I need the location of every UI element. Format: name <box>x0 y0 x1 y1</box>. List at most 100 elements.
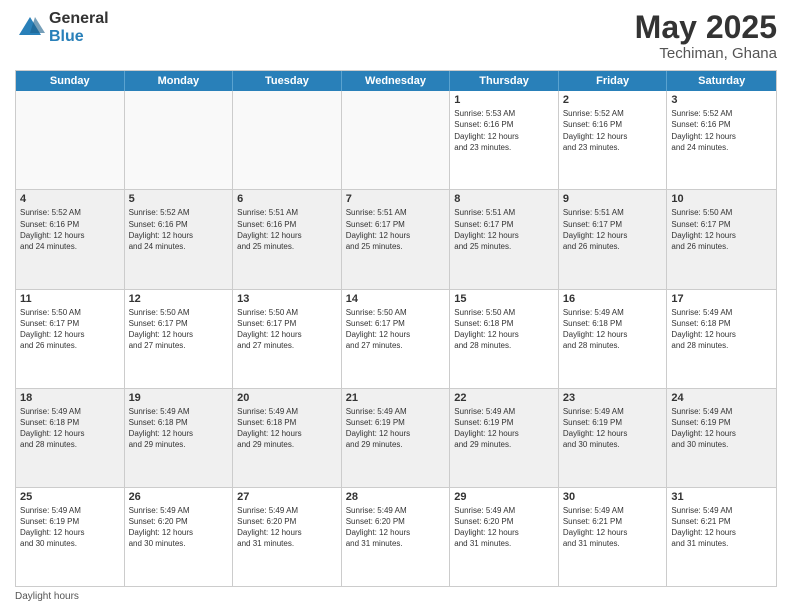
day-number: 26 <box>129 491 229 503</box>
day-info: Sunrise: 5:49 AM Sunset: 6:19 PM Dayligh… <box>346 406 446 451</box>
calendar-cell: 31 Sunrise: 5:49 AM Sunset: 6:21 PM Dayli… <box>667 488 776 586</box>
calendar-row: 18 Sunrise: 5:49 AM Sunset: 6:18 PM Dayli… <box>16 389 776 488</box>
calendar-body: 1 Sunrise: 5:53 AM Sunset: 6:16 PM Daylig… <box>16 91 776 586</box>
day-info: Sunrise: 5:50 AM Sunset: 6:17 PM Dayligh… <box>346 307 446 352</box>
day-number: 21 <box>346 392 446 404</box>
day-number: 3 <box>671 94 772 106</box>
calendar-cell: 8Sunrise: 5:51 AM Sunset: 6:17 PM Daylig… <box>450 190 559 288</box>
day-info: Sunrise: 5:51 AM Sunset: 6:16 PM Dayligh… <box>237 207 337 252</box>
day-info: Sunrise: 5:51 AM Sunset: 6:17 PM Dayligh… <box>563 207 663 252</box>
day-info: Sunrise: 5:49 AM Sunset: 6:18 PM Dayligh… <box>671 307 772 352</box>
day-number: 18 <box>20 392 120 404</box>
calendar-cell: 15 Sunrise: 5:50 AM Sunset: 6:18 PM Dayli… <box>450 290 559 388</box>
day-number: 23 <box>563 392 663 404</box>
main-title: May 2025 <box>635 10 777 45</box>
day-number: 4 <box>20 193 120 205</box>
calendar-cell: 28Sunrise: 5:49 AM Sunset: 6:20 PM Dayli… <box>342 488 451 586</box>
logo-icon <box>15 13 45 43</box>
footer-note: Daylight hours <box>15 587 777 602</box>
day-number: 14 <box>346 293 446 305</box>
day-info: Sunrise: 5:50 AM Sunset: 6:18 PM Dayligh… <box>454 307 554 352</box>
calendar-cell: 2Sunrise: 5:52 AM Sunset: 6:16 PM Daylig… <box>559 91 668 189</box>
calendar-cell: 17Sunrise: 5:49 AM Sunset: 6:18 PM Dayli… <box>667 290 776 388</box>
day-number: 11 <box>20 293 120 305</box>
subtitle: Techiman, Ghana <box>635 45 777 62</box>
calendar-cell: 9 Sunrise: 5:51 AM Sunset: 6:17 PM Daylig… <box>559 190 668 288</box>
calendar-cell: 29 Sunrise: 5:49 AM Sunset: 6:20 PM Dayli… <box>450 488 559 586</box>
title-block: May 2025 Techiman, Ghana <box>635 10 777 62</box>
day-info: Sunrise: 5:52 AM Sunset: 6:16 PM Dayligh… <box>129 207 229 252</box>
calendar-cell: 12 Sunrise: 5:50 AM Sunset: 6:17 PM Dayli… <box>125 290 234 388</box>
day-info: Sunrise: 5:49 AM Sunset: 6:20 PM Dayligh… <box>129 505 229 550</box>
calendar-cell: 27Sunrise: 5:49 AM Sunset: 6:20 PM Dayli… <box>233 488 342 586</box>
day-info: Sunrise: 5:49 AM Sunset: 6:19 PM Dayligh… <box>563 406 663 451</box>
day-number: 31 <box>671 491 772 503</box>
day-of-week-header: Sunday <box>16 71 125 91</box>
day-number: 10 <box>671 193 772 205</box>
page: General Blue May 2025 Techiman, Ghana Su… <box>0 0 792 612</box>
day-of-week-header: Wednesday <box>342 71 451 91</box>
day-info: Sunrise: 5:50 AM Sunset: 6:17 PM Dayligh… <box>129 307 229 352</box>
day-number: 9 <box>563 193 663 205</box>
logo: General Blue <box>15 10 109 45</box>
day-number: 28 <box>346 491 446 503</box>
day-number: 22 <box>454 392 554 404</box>
calendar-row: 11 Sunrise: 5:50 AM Sunset: 6:17 PM Dayli… <box>16 290 776 389</box>
calendar-cell: 16Sunrise: 5:49 AM Sunset: 6:18 PM Dayli… <box>559 290 668 388</box>
day-info: Sunrise: 5:49 AM Sunset: 6:18 PM Dayligh… <box>20 406 120 451</box>
day-info: Sunrise: 5:50 AM Sunset: 6:17 PM Dayligh… <box>671 207 772 252</box>
day-info: Sunrise: 5:49 AM Sunset: 6:18 PM Dayligh… <box>237 406 337 451</box>
logo-text: General Blue <box>49 10 109 45</box>
calendar-cell: 4 Sunrise: 5:52 AM Sunset: 6:16 PM Daylig… <box>16 190 125 288</box>
calendar-cell: 6Sunrise: 5:51 AM Sunset: 6:16 PM Daylig… <box>233 190 342 288</box>
calendar-cell: 11 Sunrise: 5:50 AM Sunset: 6:17 PM Dayli… <box>16 290 125 388</box>
day-number: 29 <box>454 491 554 503</box>
calendar-cell: 5 Sunrise: 5:52 AM Sunset: 6:16 PM Daylig… <box>125 190 234 288</box>
empty-cell <box>342 91 451 189</box>
calendar-cell: 23 Sunrise: 5:49 AM Sunset: 6:19 PM Dayli… <box>559 389 668 487</box>
day-info: Sunrise: 5:49 AM Sunset: 6:20 PM Dayligh… <box>454 505 554 550</box>
day-number: 1 <box>454 94 554 106</box>
calendar-cell: 25 Sunrise: 5:49 AM Sunset: 6:19 PM Dayli… <box>16 488 125 586</box>
day-number: 19 <box>129 392 229 404</box>
day-info: Sunrise: 5:50 AM Sunset: 6:17 PM Dayligh… <box>20 307 120 352</box>
day-info: Sunrise: 5:53 AM Sunset: 6:16 PM Dayligh… <box>454 108 554 153</box>
calendar-cell: 7Sunrise: 5:51 AM Sunset: 6:17 PM Daylig… <box>342 190 451 288</box>
day-info: Sunrise: 5:49 AM Sunset: 6:19 PM Dayligh… <box>671 406 772 451</box>
calendar: SundayMondayTuesdayWednesdayThursdayFrid… <box>15 70 777 587</box>
day-number: 24 <box>671 392 772 404</box>
day-number: 7 <box>346 193 446 205</box>
calendar-cell: 22Sunrise: 5:49 AM Sunset: 6:19 PM Dayli… <box>450 389 559 487</box>
day-number: 15 <box>454 293 554 305</box>
day-info: Sunrise: 5:49 AM Sunset: 6:21 PM Dayligh… <box>563 505 663 550</box>
calendar-row: 25 Sunrise: 5:49 AM Sunset: 6:19 PM Dayli… <box>16 488 776 586</box>
day-number: 12 <box>129 293 229 305</box>
day-info: Sunrise: 5:49 AM Sunset: 6:21 PM Dayligh… <box>671 505 772 550</box>
calendar-cell: 19 Sunrise: 5:49 AM Sunset: 6:18 PM Dayli… <box>125 389 234 487</box>
day-number: 25 <box>20 491 120 503</box>
day-info: Sunrise: 5:50 AM Sunset: 6:17 PM Dayligh… <box>237 307 337 352</box>
day-info: Sunrise: 5:49 AM Sunset: 6:18 PM Dayligh… <box>563 307 663 352</box>
calendar-cell: 21 Sunrise: 5:49 AM Sunset: 6:19 PM Dayli… <box>342 389 451 487</box>
day-info: Sunrise: 5:49 AM Sunset: 6:19 PM Dayligh… <box>20 505 120 550</box>
empty-cell <box>16 91 125 189</box>
calendar-cell: 13Sunrise: 5:50 AM Sunset: 6:17 PM Dayli… <box>233 290 342 388</box>
day-of-week-header: Thursday <box>450 71 559 91</box>
day-info: Sunrise: 5:49 AM Sunset: 6:18 PM Dayligh… <box>129 406 229 451</box>
header: General Blue May 2025 Techiman, Ghana <box>15 10 777 62</box>
calendar-row: 1 Sunrise: 5:53 AM Sunset: 6:16 PM Daylig… <box>16 91 776 190</box>
calendar-header: SundayMondayTuesdayWednesdayThursdayFrid… <box>16 71 776 91</box>
calendar-cell: 20 Sunrise: 5:49 AM Sunset: 6:18 PM Dayli… <box>233 389 342 487</box>
day-number: 5 <box>129 193 229 205</box>
calendar-cell: 10 Sunrise: 5:50 AM Sunset: 6:17 PM Dayli… <box>667 190 776 288</box>
day-of-week-header: Tuesday <box>233 71 342 91</box>
calendar-cell: 1 Sunrise: 5:53 AM Sunset: 6:16 PM Daylig… <box>450 91 559 189</box>
calendar-row: 4 Sunrise: 5:52 AM Sunset: 6:16 PM Daylig… <box>16 190 776 289</box>
calendar-cell: 3Sunrise: 5:52 AM Sunset: 6:16 PM Daylig… <box>667 91 776 189</box>
calendar-cell: 30Sunrise: 5:49 AM Sunset: 6:21 PM Dayli… <box>559 488 668 586</box>
day-number: 20 <box>237 392 337 404</box>
day-info: Sunrise: 5:52 AM Sunset: 6:16 PM Dayligh… <box>20 207 120 252</box>
calendar-cell: 18 Sunrise: 5:49 AM Sunset: 6:18 PM Dayli… <box>16 389 125 487</box>
day-number: 2 <box>563 94 663 106</box>
calendar-cell: 14 Sunrise: 5:50 AM Sunset: 6:17 PM Dayli… <box>342 290 451 388</box>
